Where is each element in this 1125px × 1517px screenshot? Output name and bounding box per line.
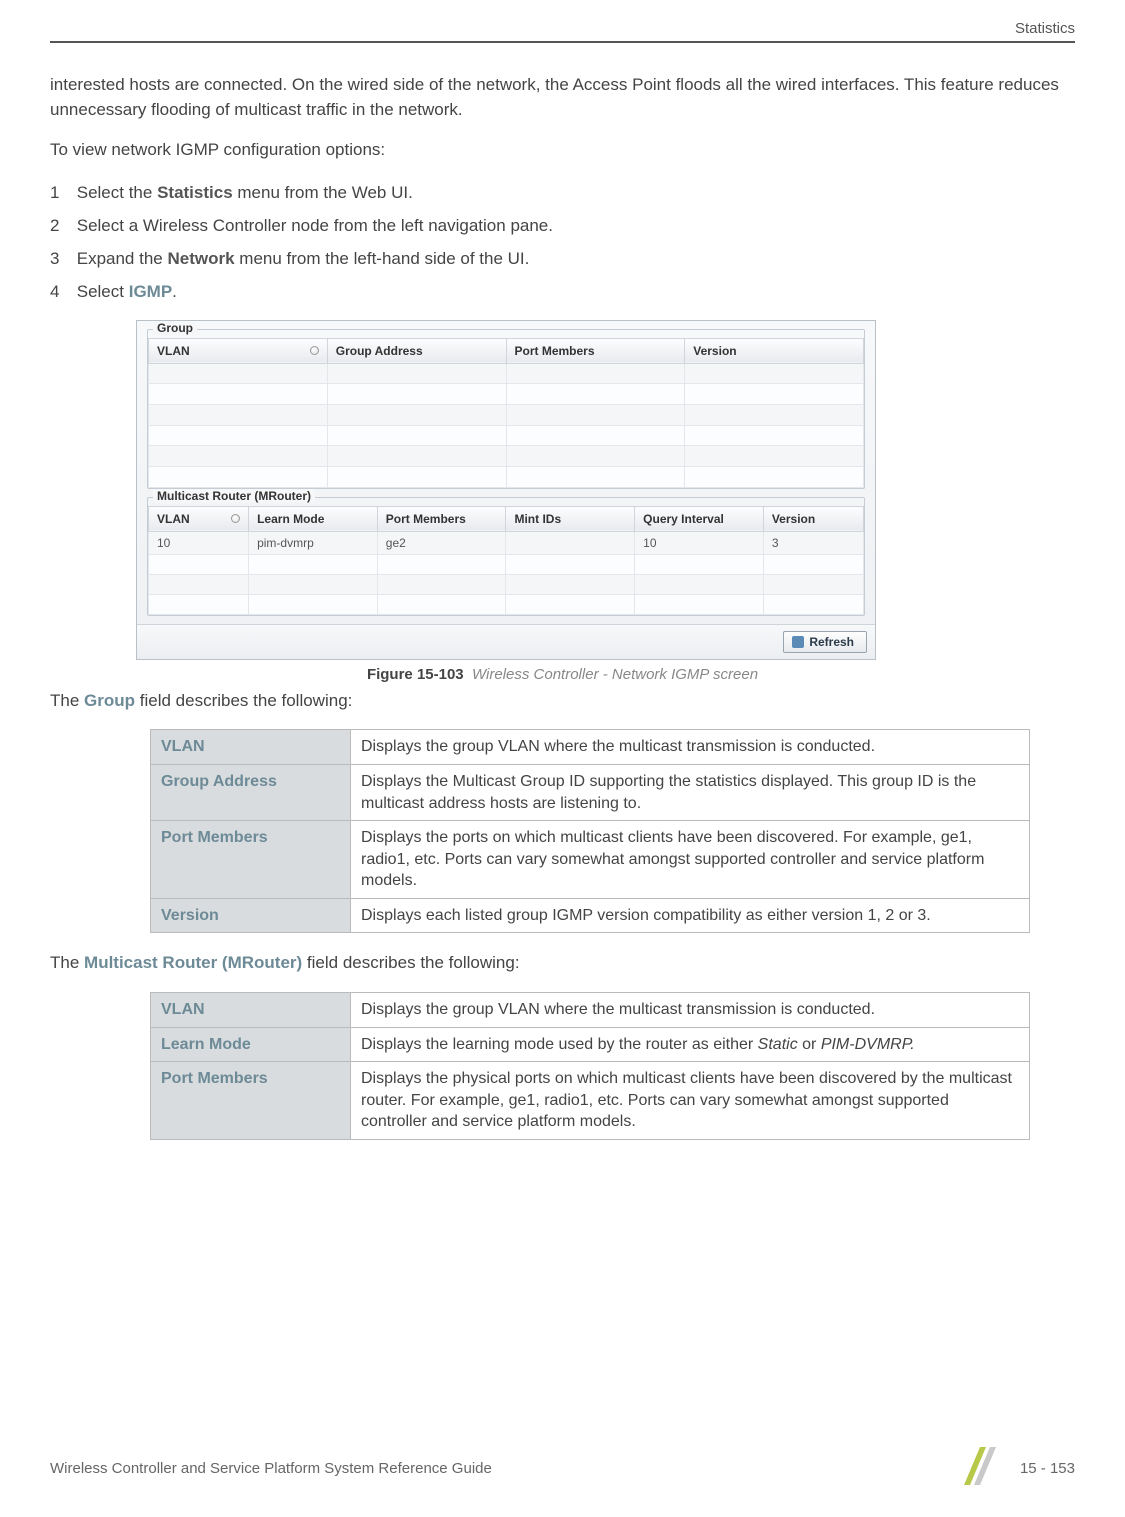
mrouter-intro: The Multicast Router (MRouter) field des… xyxy=(50,951,1075,976)
mrouter-col-ports[interactable]: Port Members xyxy=(377,506,506,531)
group-table: VLAN Group Address Port Members Version xyxy=(148,338,864,488)
figure-label: Figure 15-103 xyxy=(367,666,464,683)
sort-indicator-icon xyxy=(310,346,319,355)
field-desc: Displays the group VLAN where the multic… xyxy=(351,730,1030,765)
table-row: Port Members Displays the ports on which… xyxy=(151,821,1030,899)
field-name: Learn Mode xyxy=(151,1027,351,1062)
table-row xyxy=(149,425,864,446)
step-text-pre: Select a Wireless Controller node from t… xyxy=(77,216,553,235)
field-desc: Displays each listed group IGMP version … xyxy=(351,898,1030,933)
group-intro: The Group field describes the following: xyxy=(50,689,1075,714)
mrouter-fieldset: Multicast Router (MRouter) VLAN Learn Mo… xyxy=(147,497,865,616)
refresh-button[interactable]: Refresh xyxy=(783,631,867,653)
refresh-label: Refresh xyxy=(809,635,854,649)
cell-mint xyxy=(506,531,635,554)
group-legend: Group xyxy=(153,321,197,335)
step-3: 3 Expand the Network menu from the left-… xyxy=(50,245,1075,272)
mrouter-table: VLAN Learn Mode Port Members Mint IDs Qu… xyxy=(148,506,864,615)
step-text-pre: Select xyxy=(77,282,129,301)
figure-caption: Figure 15-103 Wireless Controller - Netw… xyxy=(50,666,1075,683)
step-number: 1 xyxy=(50,179,72,206)
step-number: 3 xyxy=(50,245,72,272)
step-bold: Network xyxy=(167,249,234,268)
step-number: 2 xyxy=(50,212,72,239)
table-row xyxy=(149,554,864,574)
mrouter-fields-table: VLAN Displays the group VLAN where the m… xyxy=(150,992,1030,1140)
step-4: 4 Select IGMP. xyxy=(50,278,1075,305)
table-row: VLAN Displays the group VLAN where the m… xyxy=(151,993,1030,1028)
group-col-ports[interactable]: Port Members xyxy=(506,338,685,363)
field-name: Version xyxy=(151,898,351,933)
step-text-pre: Expand the xyxy=(77,249,168,268)
field-desc: Displays the ports on which multicast cl… xyxy=(351,821,1030,899)
table-row xyxy=(149,594,864,614)
field-desc: Displays the physical ports on which mul… xyxy=(351,1062,1030,1140)
mrouter-col-vlan[interactable]: VLAN xyxy=(149,506,249,531)
field-name: Port Members xyxy=(151,1062,351,1140)
table-row[interactable]: 10 pim-dvmrp ge2 10 3 xyxy=(149,531,864,554)
figure-description: Wireless Controller - Network IGMP scree… xyxy=(472,666,758,683)
refresh-icon xyxy=(792,636,804,648)
field-desc: Displays the Multicast Group ID supporti… xyxy=(351,764,1030,820)
table-row: VLAN Displays the group VLAN where the m… xyxy=(151,730,1030,765)
table-row: Port Members Displays the physical ports… xyxy=(151,1062,1030,1140)
step-1: 1 Select the Statistics menu from the We… xyxy=(50,179,1075,206)
table-row: Learn Mode Displays the learning mode us… xyxy=(151,1027,1030,1062)
cell-version: 3 xyxy=(763,531,863,554)
mrouter-col-version[interactable]: Version xyxy=(763,506,863,531)
table-row xyxy=(149,384,864,405)
step-text-post: menu from the left-hand side of the UI. xyxy=(235,249,530,268)
field-desc: Displays the group VLAN where the multic… xyxy=(351,993,1030,1028)
screenshot-figure: Group VLAN Group Address Port Members Ve… xyxy=(136,320,1075,660)
field-name: Port Members xyxy=(151,821,351,899)
footer-slash-icon xyxy=(956,1443,1002,1493)
mrouter-col-learn[interactable]: Learn Mode xyxy=(249,506,378,531)
step-bold: Statistics xyxy=(157,183,233,202)
igmp-screen: Group VLAN Group Address Port Members Ve… xyxy=(136,320,876,660)
mrouter-col-qint[interactable]: Query Interval xyxy=(635,506,764,531)
step-text-post: menu from the Web UI. xyxy=(233,183,413,202)
table-row xyxy=(149,574,864,594)
cell-qint: 10 xyxy=(635,531,764,554)
field-name: Group Address xyxy=(151,764,351,820)
group-col-vlan[interactable]: VLAN xyxy=(149,338,328,363)
table-row: Group Address Displays the Multicast Gro… xyxy=(151,764,1030,820)
group-col-version[interactable]: Version xyxy=(685,338,864,363)
mrouter-col-mint[interactable]: Mint IDs xyxy=(506,506,635,531)
header-rule xyxy=(50,41,1075,43)
table-row xyxy=(149,446,864,467)
steps-list: 1 Select the Statistics menu from the We… xyxy=(50,179,1075,306)
step-2: 2 Select a Wireless Controller node from… xyxy=(50,212,1075,239)
step-text-post: . xyxy=(172,282,177,301)
button-bar: Refresh xyxy=(137,624,875,659)
cell-learn: pim-dvmrp xyxy=(249,531,378,554)
group-fields-table: VLAN Displays the group VLAN where the m… xyxy=(150,729,1030,933)
mrouter-legend: Multicast Router (MRouter) xyxy=(153,489,315,503)
group-fieldset: Group VLAN Group Address Port Members Ve… xyxy=(147,329,865,489)
footer-page-number: 15 - 153 xyxy=(1020,1460,1075,1477)
intro-paragraph-2: To view network IGMP configuration optio… xyxy=(50,138,1075,163)
table-row xyxy=(149,466,864,487)
cell-vlan: 10 xyxy=(149,531,249,554)
group-col-address[interactable]: Group Address xyxy=(327,338,506,363)
field-desc: Displays the learning mode used by the r… xyxy=(351,1027,1030,1062)
field-name: VLAN xyxy=(151,730,351,765)
sort-indicator-icon xyxy=(231,514,240,523)
step-text-pre: Select the xyxy=(77,183,157,202)
field-name: VLAN xyxy=(151,993,351,1028)
page-footer: Wireless Controller and Service Platform… xyxy=(50,1443,1075,1493)
intro-paragraph-1: interested hosts are connected. On the w… xyxy=(50,73,1075,122)
page-header-section: Statistics xyxy=(50,20,1075,37)
step-bold: IGMP xyxy=(129,282,172,301)
table-row: Version Displays each listed group IGMP … xyxy=(151,898,1030,933)
cell-ports: ge2 xyxy=(377,531,506,554)
footer-title: Wireless Controller and Service Platform… xyxy=(50,1460,938,1477)
step-number: 4 xyxy=(50,278,72,305)
table-row xyxy=(149,404,864,425)
table-row xyxy=(149,363,864,384)
